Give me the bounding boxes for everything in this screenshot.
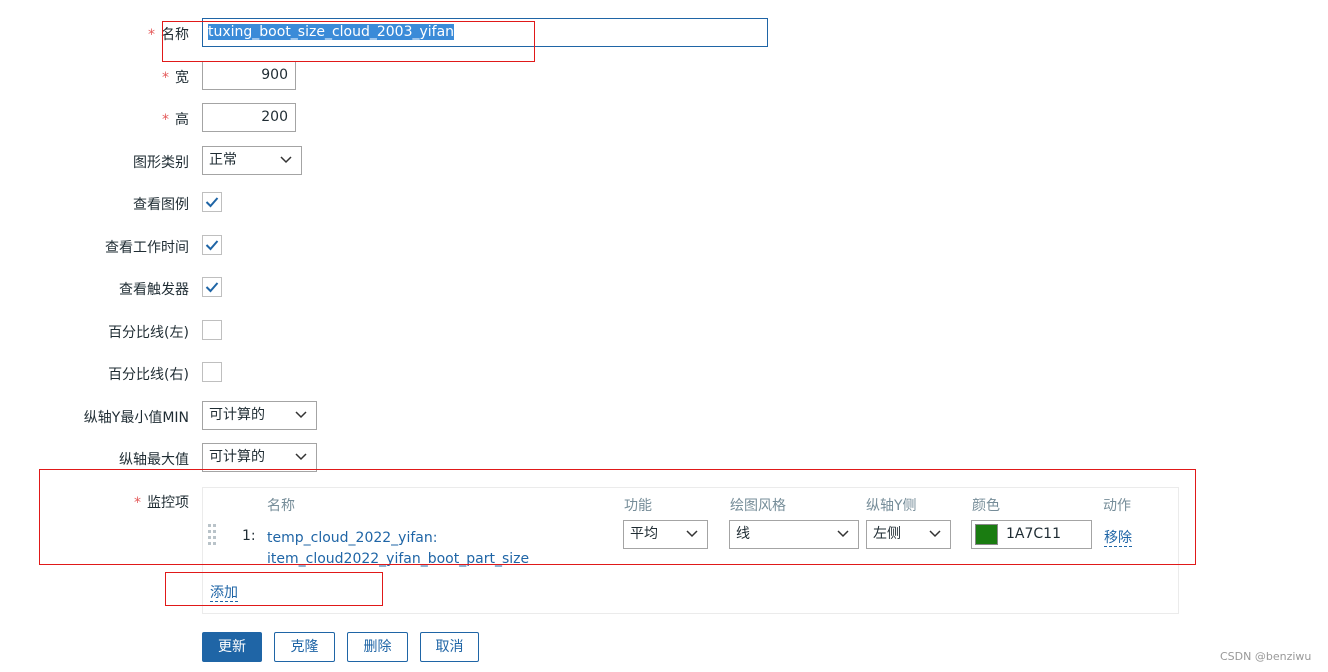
height-label: * 高: [162, 112, 189, 128]
checkmark-icon: [205, 282, 219, 293]
cancel-button[interactable]: 取消: [420, 632, 479, 662]
watermark: CSDN @benziwu: [1220, 650, 1312, 663]
y-max-label: 纵轴最大值: [119, 452, 189, 468]
checkmark-icon: [205, 240, 219, 251]
show-working-time-label: 查看工作时间: [105, 240, 189, 256]
update-button[interactable]: 更新: [202, 632, 262, 662]
percentile-left-label: 百分比线(左): [108, 325, 189, 341]
show-working-time-checkbox[interactable]: [202, 235, 222, 255]
y-min-value: 可计算的: [209, 407, 265, 423]
percentile-right-checkbox[interactable]: [202, 362, 222, 382]
graph-type-select[interactable]: 正常: [202, 146, 302, 175]
annotation-box-items: [39, 469, 1196, 565]
annotation-box-name: [162, 21, 535, 62]
annotation-box-add: [165, 572, 383, 606]
percentile-right-label: 百分比线(右): [108, 367, 189, 383]
show-triggers-checkbox[interactable]: [202, 277, 222, 297]
width-label: * 宽: [162, 70, 189, 86]
percentile-left-checkbox[interactable]: [202, 320, 222, 340]
y-max-select[interactable]: 可计算的: [202, 443, 317, 472]
y-max-value: 可计算的: [209, 449, 265, 465]
chevron-down-icon: [295, 453, 307, 461]
show-legend-checkbox[interactable]: [202, 192, 222, 212]
chevron-down-icon: [295, 411, 307, 419]
chevron-down-icon: [280, 156, 292, 164]
clone-button[interactable]: 克隆: [274, 632, 335, 662]
show-legend-label: 查看图例: [133, 197, 189, 213]
delete-button[interactable]: 删除: [347, 632, 408, 662]
show-triggers-label: 查看触发器: [119, 282, 189, 298]
graph-type-label: 图形类别: [133, 155, 189, 171]
y-min-label: 纵轴Y最小值MIN: [83, 410, 189, 426]
y-min-select[interactable]: 可计算的: [202, 401, 317, 430]
graph-type-value: 正常: [209, 152, 237, 168]
checkmark-icon: [205, 197, 219, 208]
width-input[interactable]: 900: [202, 61, 296, 90]
height-input[interactable]: 200: [202, 103, 296, 132]
